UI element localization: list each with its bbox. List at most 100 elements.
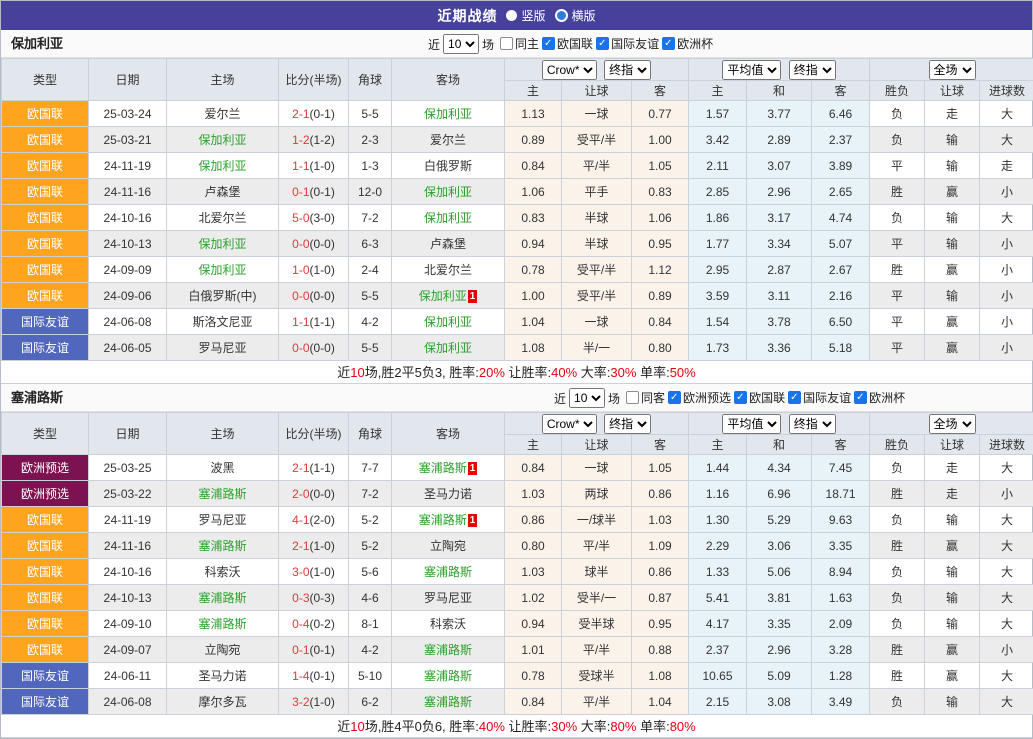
cell-result: 平 [870,309,925,335]
cell-corner: 6-2 [349,689,392,715]
cell-ah-home-odds: 0.83 [505,205,562,231]
header-home: 主场 [167,413,279,455]
league-filter[interactable]: 同主 [500,35,539,52]
cell-ah-home-odds: 0.84 [505,153,562,179]
full-time-score: 3-0 [292,565,309,579]
checkbox-unchecked-icon[interactable] [500,37,513,50]
league-filter[interactable]: 欧国联 [734,389,785,406]
header-date: 日期 [89,59,167,101]
cell-goals-result: 大 [980,611,1033,637]
checkbox-checked-icon[interactable] [734,391,747,404]
team-section: 塞浦路斯 近 10 场 同客欧洲预选欧国联国际友谊欧洲杯 类型 日期 主场 [1,384,1032,738]
cell-goals-result: 大 [980,205,1033,231]
checkbox-checked-icon[interactable] [854,391,867,404]
away-team-name: 塞浦路斯 [419,461,467,475]
home-team-name: 斯洛文尼亚 [192,315,252,329]
league-filter[interactable]: 欧国联 [542,35,593,52]
cell-score: 2-1(0-1) [279,101,349,127]
full-time-score: 5-0 [292,211,309,225]
cell-date: 24-06-11 [89,663,167,689]
cell-result: 负 [870,205,925,231]
cell-goals-result: 小 [980,257,1033,283]
layout-radio-vertical[interactable]: 竖版 [506,7,545,24]
checkbox-checked-icon[interactable] [542,37,555,50]
radio-horizontal-checked-icon[interactable] [555,9,568,22]
away-team-name: 白俄罗斯 [424,159,472,173]
league-type-badge: 欧国联 [2,559,89,585]
match-row: 国际友谊 24-06-11 圣马力诺 1-4(0-1) 5-10 塞浦路斯 0.… [2,663,1033,689]
league-filter[interactable]: 国际友谊 [788,389,851,406]
cell-home-team: 卢森堡 [167,179,279,205]
home-team-name: 科索沃 [204,565,240,579]
checkbox-unchecked-icon[interactable] [626,391,639,404]
cell-date: 24-06-05 [89,335,167,361]
cell-ah-result: 赢 [925,257,980,283]
home-team-name: 罗马尼亚 [198,513,246,527]
avg-odds-select[interactable]: 平均值 [722,414,781,434]
cell-ah-result: 赢 [925,533,980,559]
cell-eu-draw-odds: 5.09 [747,663,812,689]
cell-date: 24-09-07 [89,637,167,663]
final-odds-select-2[interactable]: 终指 [789,60,836,80]
scope-group: 全场 [870,59,1033,81]
cell-eu-away-odds: 3.35 [812,533,870,559]
cell-ah-result: 走 [925,101,980,127]
avg-odds-select[interactable]: 平均值 [722,60,781,80]
full-time-score: 2-1 [292,107,309,121]
final-odds-select[interactable]: 终指 [604,414,651,434]
half-time-score: (0-0) [310,341,335,355]
cell-ah-line: 平/半 [562,637,632,663]
filter-controls: 近 10 场 同客欧洲预选欧国联国际友谊欧洲杯 [554,384,905,412]
radio-vertical-icon[interactable] [506,10,517,21]
checkbox-checked-icon[interactable] [668,391,681,404]
away-team-name: 保加利亚 [424,185,472,199]
cell-result: 平 [870,335,925,361]
cell-eu-away-odds: 3.28 [812,637,870,663]
scope-select[interactable]: 全场 [929,60,976,80]
league-filter[interactable]: 欧洲杯 [662,35,713,52]
cell-ah-line: 球半 [562,559,632,585]
bookmaker-select[interactable]: Crow* [542,414,597,434]
bookmaker-select[interactable]: Crow* [542,60,597,80]
cell-eu-away-odds: 2.67 [812,257,870,283]
cell-eu-home-odds: 1.44 [689,455,747,481]
cell-away-team: 爱尔兰 [392,127,505,153]
checkbox-checked-icon[interactable] [788,391,801,404]
cell-result: 负 [870,101,925,127]
cell-ah-result: 走 [925,455,980,481]
cell-eu-draw-odds: 3.11 [747,283,812,309]
subheader-result: 胜负 [870,81,925,101]
cell-date: 25-03-24 [89,101,167,127]
scope-select[interactable]: 全场 [929,414,976,434]
checkbox-checked-icon[interactable] [596,37,609,50]
cell-ah-away-odds: 0.83 [632,179,689,205]
home-team-name: 罗马尼亚 [198,341,246,355]
match-count-select[interactable]: 10 [443,34,479,54]
cell-score: 2-0(0-0) [279,481,349,507]
match-row: 欧国联 24-11-16 卢森堡 0-1(0-1) 12-0 保加利亚 1.06… [2,179,1033,205]
final-odds-select-2[interactable]: 终指 [789,414,836,434]
summary-segment: 80% [610,719,636,734]
layout-radio-horizontal[interactable]: 横版 [555,7,596,24]
cell-ah-home-odds: 0.94 [505,231,562,257]
team-name: 塞浦路斯 [11,384,63,412]
cell-ah-result: 输 [925,205,980,231]
cell-result: 胜 [870,179,925,205]
filter-row: 塞浦路斯 近 10 场 同客欧洲预选欧国联国际友谊欧洲杯 [1,384,1032,412]
league-filter[interactable]: 国际友谊 [596,35,659,52]
cell-ah-line: 受平/半 [562,127,632,153]
final-odds-select[interactable]: 终指 [604,60,651,80]
match-count-select[interactable]: 10 [569,388,605,408]
checkbox-checked-icon[interactable] [662,37,675,50]
home-team-name: 圣马力诺 [198,669,246,683]
cell-ah-home-odds: 0.86 [505,507,562,533]
cell-score: 0-0(0-0) [279,231,349,257]
away-team-name: 保加利亚 [419,289,467,303]
league-filter[interactable]: 欧洲预选 [668,389,731,406]
cell-goals-result: 大 [980,455,1033,481]
cell-eu-home-odds: 2.15 [689,689,747,715]
league-filter[interactable]: 欧洲杯 [854,389,905,406]
cell-score: 1-1(1-1) [279,309,349,335]
league-filter[interactable]: 同客 [626,389,665,406]
cell-away-team: 保加利亚 [392,309,505,335]
